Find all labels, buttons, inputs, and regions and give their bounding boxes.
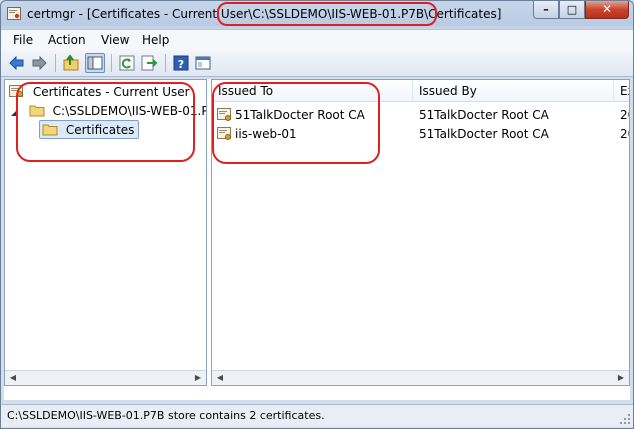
up-folder-icon bbox=[63, 54, 79, 71]
back-button[interactable] bbox=[7, 53, 27, 73]
toolbar: ? bbox=[1, 50, 633, 77]
console-body: Certificates - Current User ◢ C:\SSLDEMO… bbox=[4, 79, 630, 400]
scroll-left-icon[interactable]: ◀ bbox=[213, 371, 227, 385]
list-horizontal-scrollbar[interactable]: ◀ ▶ bbox=[212, 370, 629, 385]
svg-text:?: ? bbox=[178, 58, 184, 71]
toolbar-separator bbox=[55, 54, 56, 72]
close-icon: ✕ bbox=[601, 2, 613, 16]
title-bar[interactable]: certmgr - [Certificates - Current User\C… bbox=[1, 1, 633, 27]
minimize-button[interactable]: – bbox=[533, 1, 559, 19]
show-hide-tree-button[interactable] bbox=[85, 53, 105, 73]
help-button[interactable]: ? bbox=[171, 53, 191, 73]
resize-grip-icon[interactable] bbox=[619, 413, 631, 425]
menu-help[interactable]: Help bbox=[139, 32, 172, 48]
close-button[interactable]: ✕ bbox=[585, 1, 629, 19]
tree-pane: Certificates - Current User ◢ C:\SSLDEMO… bbox=[4, 79, 207, 386]
tree-horizontal-scrollbar[interactable]: ◀ ▶ bbox=[5, 370, 206, 385]
certmgr-window: certmgr - [Certificates - Current User\C… bbox=[0, 0, 634, 429]
up-folder-button[interactable] bbox=[61, 53, 81, 73]
properties-icon bbox=[195, 56, 211, 70]
help-icon: ? bbox=[173, 55, 189, 71]
properties-button[interactable] bbox=[193, 53, 213, 73]
issued-by-cell: 51TalkDocter Root CA bbox=[419, 127, 549, 141]
column-expiration[interactable]: Ex bbox=[614, 80, 629, 102]
forward-button[interactable] bbox=[29, 53, 49, 73]
refresh-button[interactable] bbox=[117, 53, 137, 73]
column-issued-by[interactable]: Issued By bbox=[413, 80, 613, 102]
menu-bar: File Action View Help bbox=[1, 29, 633, 50]
export-icon bbox=[141, 55, 158, 71]
certificate-list-pane: Issued To Issued By Ex 51TalkDocter Root… bbox=[211, 79, 630, 386]
minimize-icon: – bbox=[543, 3, 549, 16]
menu-file[interactable]: File bbox=[10, 32, 36, 48]
forward-icon bbox=[32, 55, 47, 71]
maximize-button[interactable]: □ bbox=[559, 1, 585, 19]
refresh-icon bbox=[119, 55, 135, 71]
scroll-left-icon[interactable]: ◀ bbox=[6, 371, 20, 385]
show-hide-tree-icon bbox=[87, 56, 103, 70]
list-highlight bbox=[212, 82, 380, 164]
back-icon bbox=[9, 55, 24, 71]
toolbar-separator bbox=[165, 54, 166, 72]
menu-view[interactable]: View bbox=[98, 32, 132, 48]
toolbar-separator bbox=[111, 54, 112, 72]
status-bar: C:\SSLDEMO\IIS-WEB-01.P7B store contains… bbox=[1, 404, 633, 427]
export-button[interactable] bbox=[139, 53, 159, 73]
issued-by-cell: 51TalkDocter Root CA bbox=[419, 108, 549, 122]
scroll-right-icon[interactable]: ▶ bbox=[614, 371, 628, 385]
caption-buttons: – □ ✕ bbox=[533, 1, 629, 20]
tree-highlight bbox=[16, 82, 195, 162]
title-path-highlight bbox=[217, 2, 437, 26]
certmgr-app-icon bbox=[7, 7, 21, 20]
menu-action[interactable]: Action bbox=[45, 32, 89, 48]
expiration-cell: 20 bbox=[620, 127, 629, 141]
maximize-icon: □ bbox=[566, 3, 578, 16]
scroll-right-icon[interactable]: ▶ bbox=[191, 371, 205, 385]
expiration-cell: 20 bbox=[620, 108, 629, 122]
status-text: C:\SSLDEMO\IIS-WEB-01.P7B store contains… bbox=[7, 409, 325, 422]
